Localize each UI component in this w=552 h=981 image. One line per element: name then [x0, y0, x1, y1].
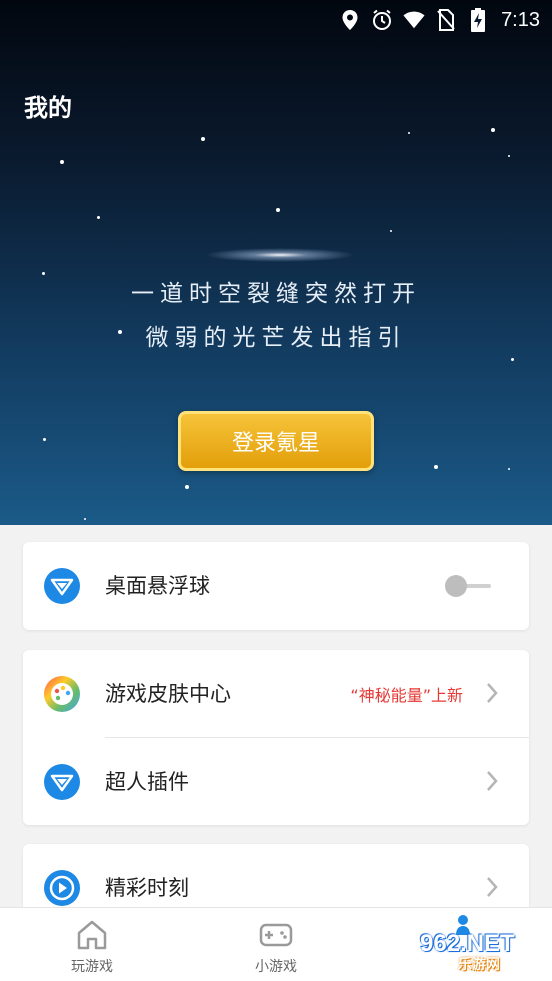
- status-bar: 7:13: [0, 0, 552, 40]
- star: [390, 230, 392, 232]
- floating-ball-label: 桌面悬浮球: [105, 574, 210, 598]
- star: [97, 216, 100, 219]
- star: [508, 155, 510, 157]
- tab-mini-games-label: 小游戏: [255, 959, 297, 975]
- tab-play-games-label: 玩游戏: [71, 959, 113, 975]
- skin-center-label: 游戏皮肤中心: [105, 682, 231, 706]
- profile-hero: 7:13 我的 一道时空裂缝突然打开 微弱的光芒发出指引 登录氪星: [0, 0, 552, 525]
- wifi-icon: [403, 9, 425, 31]
- star: [276, 208, 280, 212]
- star: [43, 438, 46, 441]
- home-icon: [75, 918, 109, 952]
- floating-ball-toggle[interactable]: [445, 575, 491, 597]
- toggle-knob: [445, 575, 467, 597]
- gamepad-icon: [259, 918, 293, 952]
- plugins-row[interactable]: 超人插件: [23, 738, 529, 826]
- skin-center-row[interactable]: 游戏皮肤中心 “神秘能量”上新: [23, 650, 529, 738]
- play-icon: [44, 870, 80, 906]
- star: [491, 128, 495, 132]
- star: [511, 358, 514, 361]
- star: [408, 132, 410, 134]
- tab-mini-games[interactable]: 小游戏: [184, 908, 368, 981]
- battery-charging-icon: [467, 8, 489, 32]
- plugins-label: 超人插件: [105, 770, 189, 794]
- tagline-line-2: 微弱的光芒发出指引: [145, 325, 407, 351]
- tagline-line-1: 一道时空裂缝突然打开: [131, 281, 421, 307]
- floating-ball-row[interactable]: 桌面悬浮球: [23, 542, 529, 630]
- chevron-right-icon: [485, 681, 499, 705]
- login-button[interactable]: 登录氪星: [178, 411, 374, 471]
- star: [60, 160, 64, 164]
- features-card: 游戏皮肤中心 “神秘能量”上新 超人插件: [23, 650, 529, 825]
- star: [434, 465, 438, 469]
- highlights-label: 精彩时刻: [105, 876, 189, 900]
- star: [84, 518, 86, 520]
- tab-play-games[interactable]: 玩游戏: [0, 908, 184, 981]
- status-time: 7:13: [501, 8, 540, 31]
- alarm-icon: [371, 9, 393, 31]
- light-rift: [205, 248, 355, 262]
- skin-promo-text: “神秘能量”上新: [350, 686, 463, 705]
- location-icon: [339, 9, 361, 31]
- chevron-right-icon: [485, 769, 499, 793]
- site-watermark: 962.NET 乐游网: [414, 914, 548, 974]
- shield-v-icon: [44, 764, 80, 800]
- watermark-sub: 乐游网: [458, 957, 500, 973]
- shield-v-icon: [44, 568, 80, 604]
- star: [201, 137, 205, 141]
- star: [185, 485, 189, 489]
- floating-ball-card: 桌面悬浮球: [23, 542, 529, 630]
- star: [508, 468, 510, 470]
- no-sim-icon: [435, 9, 457, 31]
- palette-icon: [44, 676, 80, 712]
- chevron-right-icon: [485, 875, 499, 899]
- page-title: 我的: [24, 94, 72, 122]
